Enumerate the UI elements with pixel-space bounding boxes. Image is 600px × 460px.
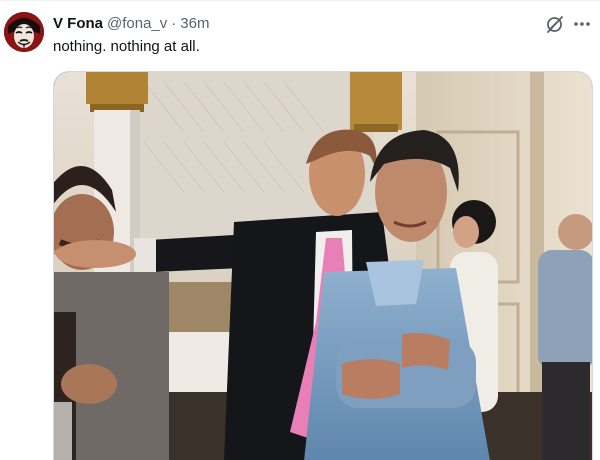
avatar-mask-icon xyxy=(4,12,44,52)
tweet-header: V Fona @fona_v · 36m xyxy=(53,13,209,33)
timestamp[interactable]: 36m xyxy=(180,15,209,32)
author-name[interactable]: V Fona xyxy=(53,15,103,32)
photo-image xyxy=(54,72,592,460)
tweet-media-photo[interactable] xyxy=(53,71,593,460)
author-handle[interactable]: @fona_v xyxy=(107,15,167,32)
top-divider xyxy=(0,0,600,1)
separator-dot: · xyxy=(171,14,177,32)
grok-icon xyxy=(547,16,563,33)
tweet-text: nothing. nothing at all. xyxy=(53,38,200,55)
more-options-button[interactable] xyxy=(571,13,593,35)
grok-button[interactable] xyxy=(544,13,566,35)
avatar[interactable] xyxy=(4,12,44,52)
more-horizontal-icon xyxy=(574,22,590,26)
